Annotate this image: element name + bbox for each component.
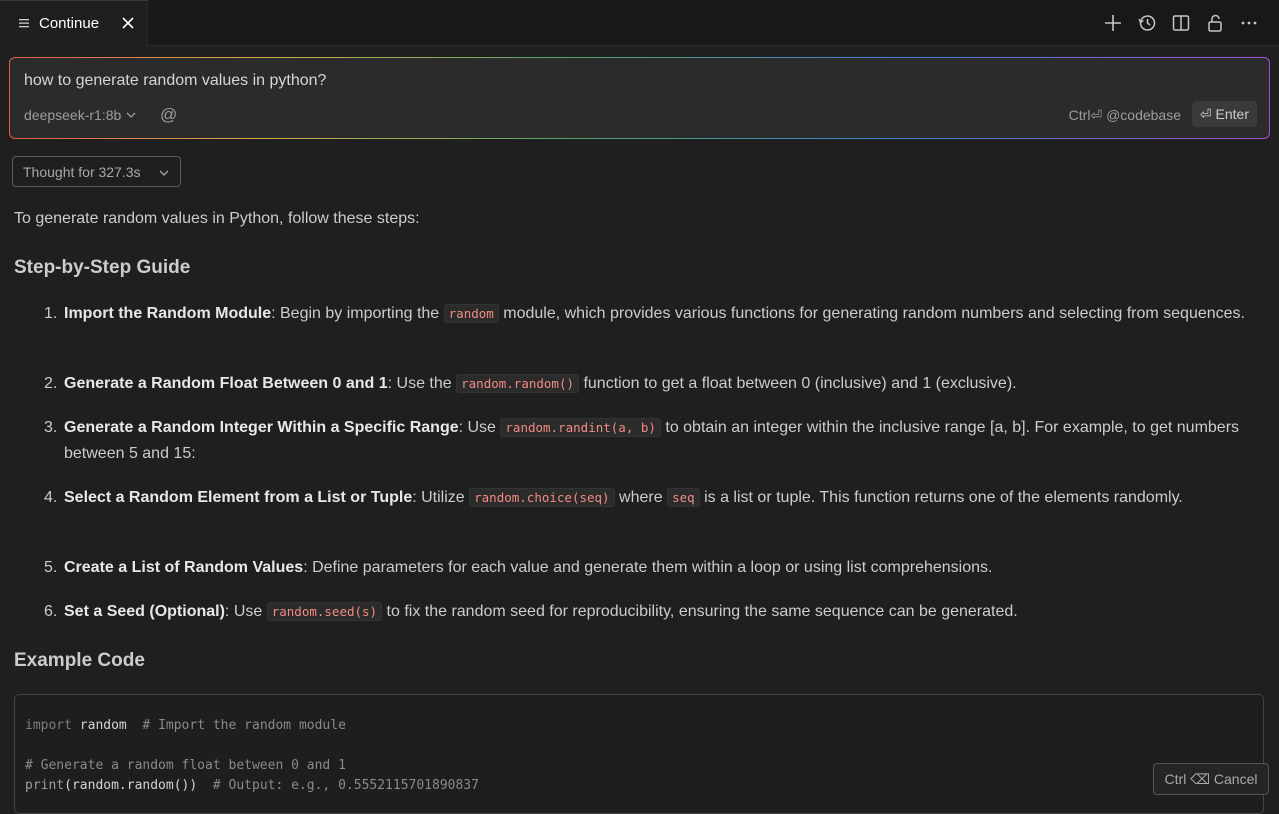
inline-code: random.randint(a, b) — [500, 418, 661, 437]
mention-button[interactable]: @ — [160, 105, 177, 125]
inline-code: random — [443, 304, 499, 323]
history-icon[interactable] — [1135, 11, 1159, 35]
chat-input-container: how to generate random values in python?… — [9, 57, 1270, 139]
query-text[interactable]: how to generate random values in python? — [24, 72, 326, 90]
inline-code: random.choice(seq) — [469, 488, 615, 507]
chat-input[interactable]: how to generate random values in python?… — [10, 58, 1269, 138]
example-heading: Example Code — [14, 650, 145, 671]
list-item: 3. Generate a Random Integer Within a Sp… — [44, 418, 1240, 462]
list-item: 5. Create a List of Random Values: Defin… — [44, 559, 993, 576]
toolbar-actions — [1101, 11, 1261, 35]
thought-toggle[interactable]: Thought for 327.3s — [12, 156, 181, 187]
inline-code: random.seed(s) — [266, 602, 383, 621]
list-item: 1. Import the Random Module: Begin by im… — [44, 304, 1245, 323]
code-line: print(random.random()) # Output: e.g., 0… — [25, 778, 479, 793]
close-icon[interactable] — [119, 14, 137, 32]
code-line: import random # Import the random module — [25, 718, 346, 733]
code-line: # Generate a random float between 0 and … — [25, 758, 346, 773]
tab-continue[interactable]: Continue — [0, 0, 148, 46]
model-selector[interactable]: deepseek-r1:8b — [24, 107, 137, 123]
plus-icon[interactable] — [1101, 11, 1125, 35]
model-name: deepseek-r1:8b — [24, 107, 122, 123]
lock-icon[interactable] — [1203, 11, 1227, 35]
inline-code: seq — [667, 488, 700, 507]
codebase-hint: Ctrl⏎ @codebase — [1068, 107, 1181, 123]
list-item: 4. Select a Random Element from a List o… — [44, 488, 1183, 507]
more-icon[interactable] — [1237, 11, 1261, 35]
cancel-button[interactable]: Ctrl ⌫ Cancel — [1153, 763, 1269, 795]
list-item: 6. Set a Seed (Optional): Use random.see… — [44, 602, 1018, 621]
list-icon — [19, 18, 29, 27]
code-block[interactable]: import random # Import the random module… — [14, 694, 1264, 814]
thought-label: Thought for 327.3s — [23, 163, 141, 180]
enter-button[interactable]: ⏎ Enter — [1191, 101, 1257, 127]
list-item: 2. Generate a Random Float Between 0 and… — [44, 374, 1017, 393]
tab-title: Continue — [39, 15, 100, 32]
top-bar: Continue — [0, 0, 1279, 46]
split-panel-icon[interactable] — [1169, 11, 1193, 35]
guide-heading: Step-by-Step Guide — [14, 257, 191, 278]
inline-code: random.random() — [456, 374, 580, 393]
chevron-down-icon — [159, 170, 169, 176]
chevron-down-icon — [126, 112, 136, 118]
response-intro: To generate random values in Python, fol… — [14, 210, 420, 227]
